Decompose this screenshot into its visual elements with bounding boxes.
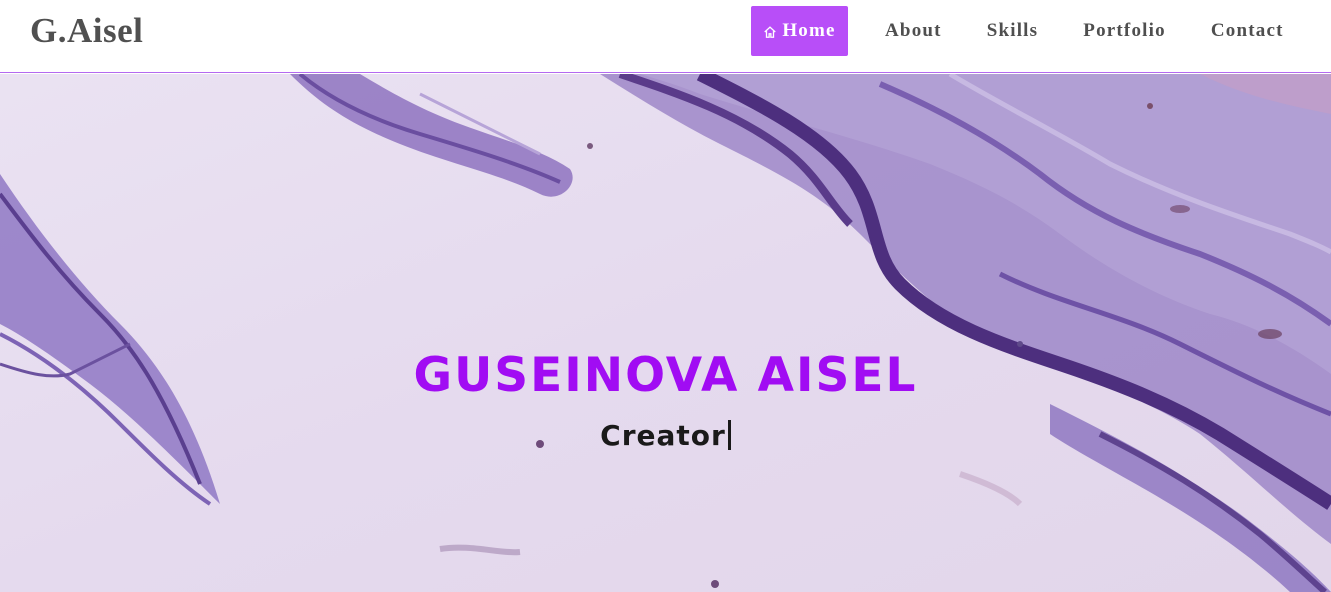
nav-contact-label: Contact (1210, 20, 1284, 41)
nav-portfolio-label: Portfolio (1083, 20, 1166, 41)
nav-links: Home About Skills Portfolio Contact (751, 6, 1284, 56)
nav-portfolio[interactable]: Portfolio (1083, 6, 1166, 56)
typing-cursor (727, 420, 731, 450)
hero-section: GUSEINOVA AISEL Creator (0, 74, 1331, 592)
nav-home-label: Home (782, 20, 836, 41)
marble-background (0, 74, 1331, 592)
hero-subtitle: Creator (0, 416, 1331, 456)
nav-skills-label: Skills (986, 20, 1039, 41)
hero-title: GUSEINOVA AISEL (413, 348, 918, 403)
nav-about[interactable]: About (885, 6, 942, 56)
navbar: G.Aisel Home About Skills Portfolio Cont… (0, 0, 1331, 73)
nav-about-label: About (885, 20, 942, 41)
nav-skills[interactable]: Skills (987, 6, 1039, 56)
hero-subtitle-text: Creator (600, 419, 726, 452)
nav-home[interactable]: Home (751, 6, 848, 56)
brand-logo[interactable]: G.Aisel (30, 10, 143, 52)
home-icon (764, 26, 777, 38)
nav-contact[interactable]: Contact (1211, 6, 1284, 56)
